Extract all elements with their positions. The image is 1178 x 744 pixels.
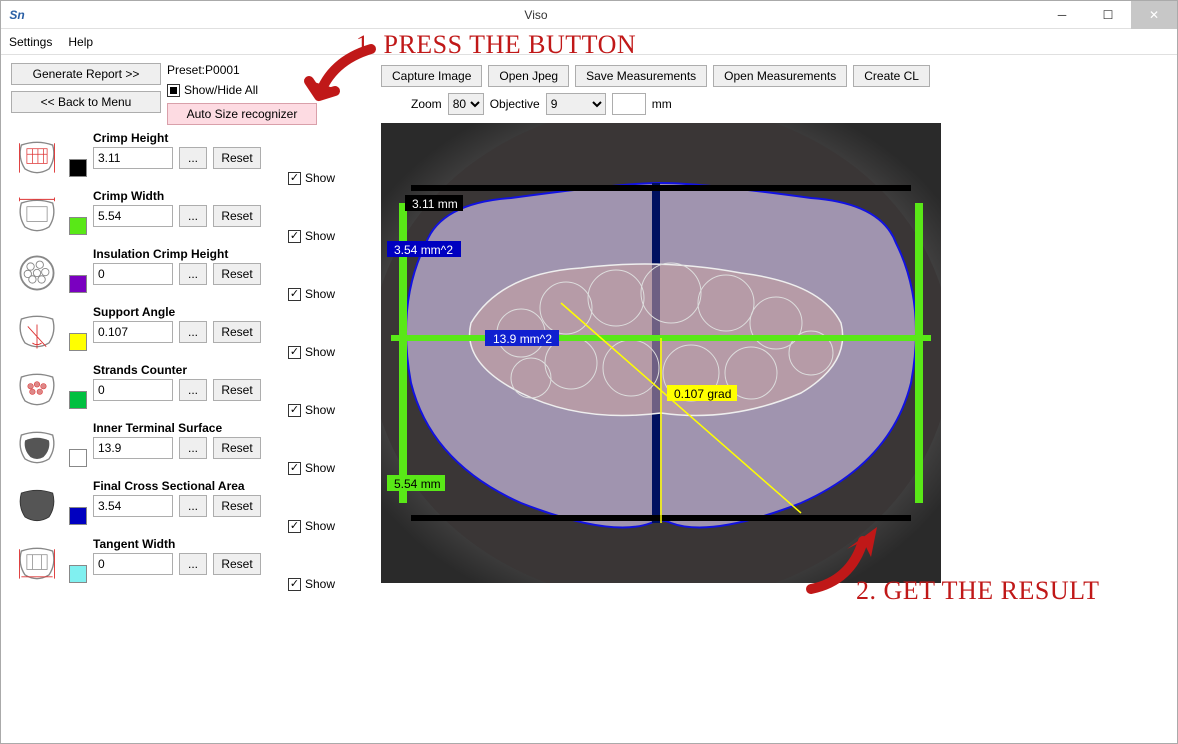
open-jpeg-button[interactable]: Open Jpeg [488,65,569,87]
measurement-options-button[interactable]: ... [179,321,207,343]
measurement-thumb-icon [11,421,63,473]
color-swatch[interactable] [69,275,87,293]
measurement-label: Crimp Height [93,131,361,145]
measurement-show-checkbox[interactable]: Show [288,171,335,185]
measurement-label: Support Angle [93,305,361,319]
measurement-options-button[interactable]: ... [179,495,207,517]
measurement-thumb-icon [11,189,63,241]
show-hide-all-checkbox[interactable]: Show/Hide All [167,83,317,97]
measurement-thumb-icon [11,479,63,531]
capture-image-button[interactable]: Capture Image [381,65,482,87]
measurement-show-checkbox[interactable]: Show [288,519,335,533]
minimize-button[interactable]: ─ [1039,1,1085,29]
measurement-options-button[interactable]: ... [179,379,207,401]
measurement-reset-button[interactable]: Reset [213,495,261,517]
menu-settings[interactable]: Settings [9,35,52,49]
measurement-row: Strands Counter ... Reset Show [11,363,361,419]
measurement-row: Tangent Width ... Reset Show [11,537,361,593]
mm-label: mm [652,97,672,111]
measurement-thumb-icon [11,247,63,299]
color-swatch[interactable] [69,507,87,525]
ov-fcsa: 3.54 mm^2 [390,242,457,258]
measurement-thumb-icon [11,305,63,357]
measurement-row: Inner Terminal Surface ... Reset Show [11,421,361,477]
color-swatch[interactable] [69,565,87,583]
mm-field[interactable] [612,93,646,115]
measurement-show-checkbox[interactable]: Show [288,345,335,359]
measurement-reset-button[interactable]: Reset [213,205,261,227]
app-logo-icon: Sn [7,5,27,25]
maximize-button[interactable]: ☐ [1085,1,1131,29]
arrow-2-icon [801,521,891,604]
zoom-label: Zoom [411,97,442,111]
create-cl-button[interactable]: Create CL [853,65,930,87]
preset-label: Preset:P0001 [167,63,317,77]
measurement-row: Support Angle ... Reset Show [11,305,361,361]
measurement-row: Crimp Height ... Reset Show [11,131,361,187]
zoom-select[interactable]: 80 [448,93,484,115]
measurement-reset-button[interactable]: Reset [213,147,261,169]
measurement-value-input[interactable] [93,495,173,517]
save-measurements-button[interactable]: Save Measurements [575,65,707,87]
measurement-reset-button[interactable]: Reset [213,263,261,285]
color-swatch[interactable] [69,333,87,351]
window-title: Viso [33,8,1039,22]
color-swatch[interactable] [69,391,87,409]
open-measurements-button[interactable]: Open Measurements [713,65,847,87]
measurement-value-input[interactable] [93,379,173,401]
measurement-label: Inner Terminal Surface [93,421,361,435]
ov-crimp-height: 3.11 mm [408,196,462,212]
measurement-options-button[interactable]: ... [179,437,207,459]
image-view: 3.11 mm 3.54 mm^2 13.9 mm^2 0.107 grad 5… [381,123,941,583]
measurement-show-checkbox[interactable]: Show [288,229,335,243]
measurement-options-button[interactable]: ... [179,147,207,169]
measurement-label: Crimp Width [93,189,361,203]
measurement-options-button[interactable]: ... [179,263,207,285]
measurement-value-input[interactable] [93,263,173,285]
measurement-label: Final Cross Sectional Area [93,479,361,493]
measurement-reset-button[interactable]: Reset [213,321,261,343]
ov-sa: 0.107 grad [670,386,735,402]
close-button[interactable]: ✕ [1131,1,1177,29]
back-to-menu-button[interactable]: << Back to Menu [11,91,161,113]
measurement-show-checkbox[interactable]: Show [288,461,335,475]
measurement-thumb-icon [11,537,63,589]
ov-cw: 5.54 mm [390,476,445,492]
measurement-thumb-icon [11,131,63,183]
measurement-reset-button[interactable]: Reset [213,437,261,459]
annotation-1: 1. PRESS THE BUTTON [356,30,636,60]
objective-label: Objective [490,97,540,111]
measurement-reset-button[interactable]: Reset [213,379,261,401]
measurement-label: Strands Counter [93,363,361,377]
measurement-row: Final Cross Sectional Area ... Reset Sho… [11,479,361,535]
measurement-value-input[interactable] [93,553,173,575]
measurement-value-input[interactable] [93,437,173,459]
measurement-options-button[interactable]: ... [179,205,207,227]
measurement-reset-button[interactable]: Reset [213,553,261,575]
measurement-label: Tangent Width [93,537,361,551]
color-swatch[interactable] [69,159,87,177]
color-swatch[interactable] [69,217,87,235]
measurement-value-input[interactable] [93,321,173,343]
measurement-show-checkbox[interactable]: Show [288,287,335,301]
auto-size-recognizer-button[interactable]: Auto Size recognizer [167,103,317,125]
color-swatch[interactable] [69,449,87,467]
measurement-value-input[interactable] [93,147,173,169]
measurement-value-input[interactable] [93,205,173,227]
measurement-row: Insulation Crimp Height ... Reset Show [11,247,361,303]
menu-help[interactable]: Help [68,35,93,49]
arrow-1-icon [301,41,381,124]
annotation-2: 2. GET THE RESULT [856,576,1099,606]
ov-its: 13.9 mm^2 [489,331,556,347]
measurement-show-checkbox[interactable]: Show [288,577,335,591]
measurement-row: Crimp Width ... Reset Show [11,189,361,245]
objective-select[interactable]: 9 [546,93,606,115]
generate-report-button[interactable]: Generate Report >> [11,63,161,85]
measurement-show-checkbox[interactable]: Show [288,403,335,417]
measurement-label: Insulation Crimp Height [93,247,361,261]
measurement-thumb-icon [11,363,63,415]
measurement-options-button[interactable]: ... [179,553,207,575]
